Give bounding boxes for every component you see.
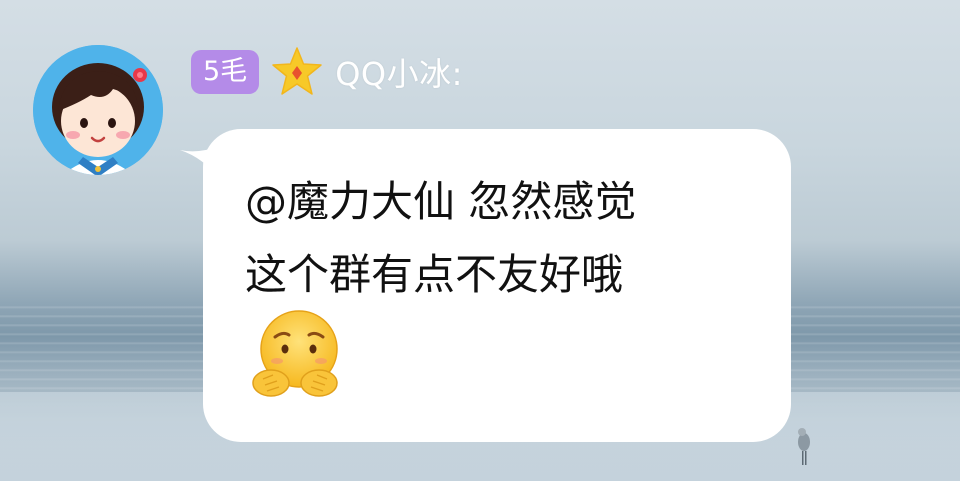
level-badge[interactable]: 5毛 xyxy=(191,50,260,94)
message-line: 这个群有点不友好哦 xyxy=(245,250,624,299)
sender-header: 5毛 QQ小冰: xyxy=(191,46,463,98)
message-bubble[interactable]: @魔力大仙 忽然感觉 这个群有点不友好哦 xyxy=(203,129,791,442)
sender-avatar[interactable] xyxy=(33,45,163,175)
shy-face-emoji-icon xyxy=(252,310,338,397)
seagull-icon xyxy=(798,428,810,465)
girl-avatar-icon xyxy=(33,45,163,175)
star-diamond-icon[interactable] xyxy=(271,46,323,98)
message-line: @魔力大仙 忽然感觉 xyxy=(245,177,637,226)
sender-name[interactable]: QQ小冰: xyxy=(335,49,463,95)
